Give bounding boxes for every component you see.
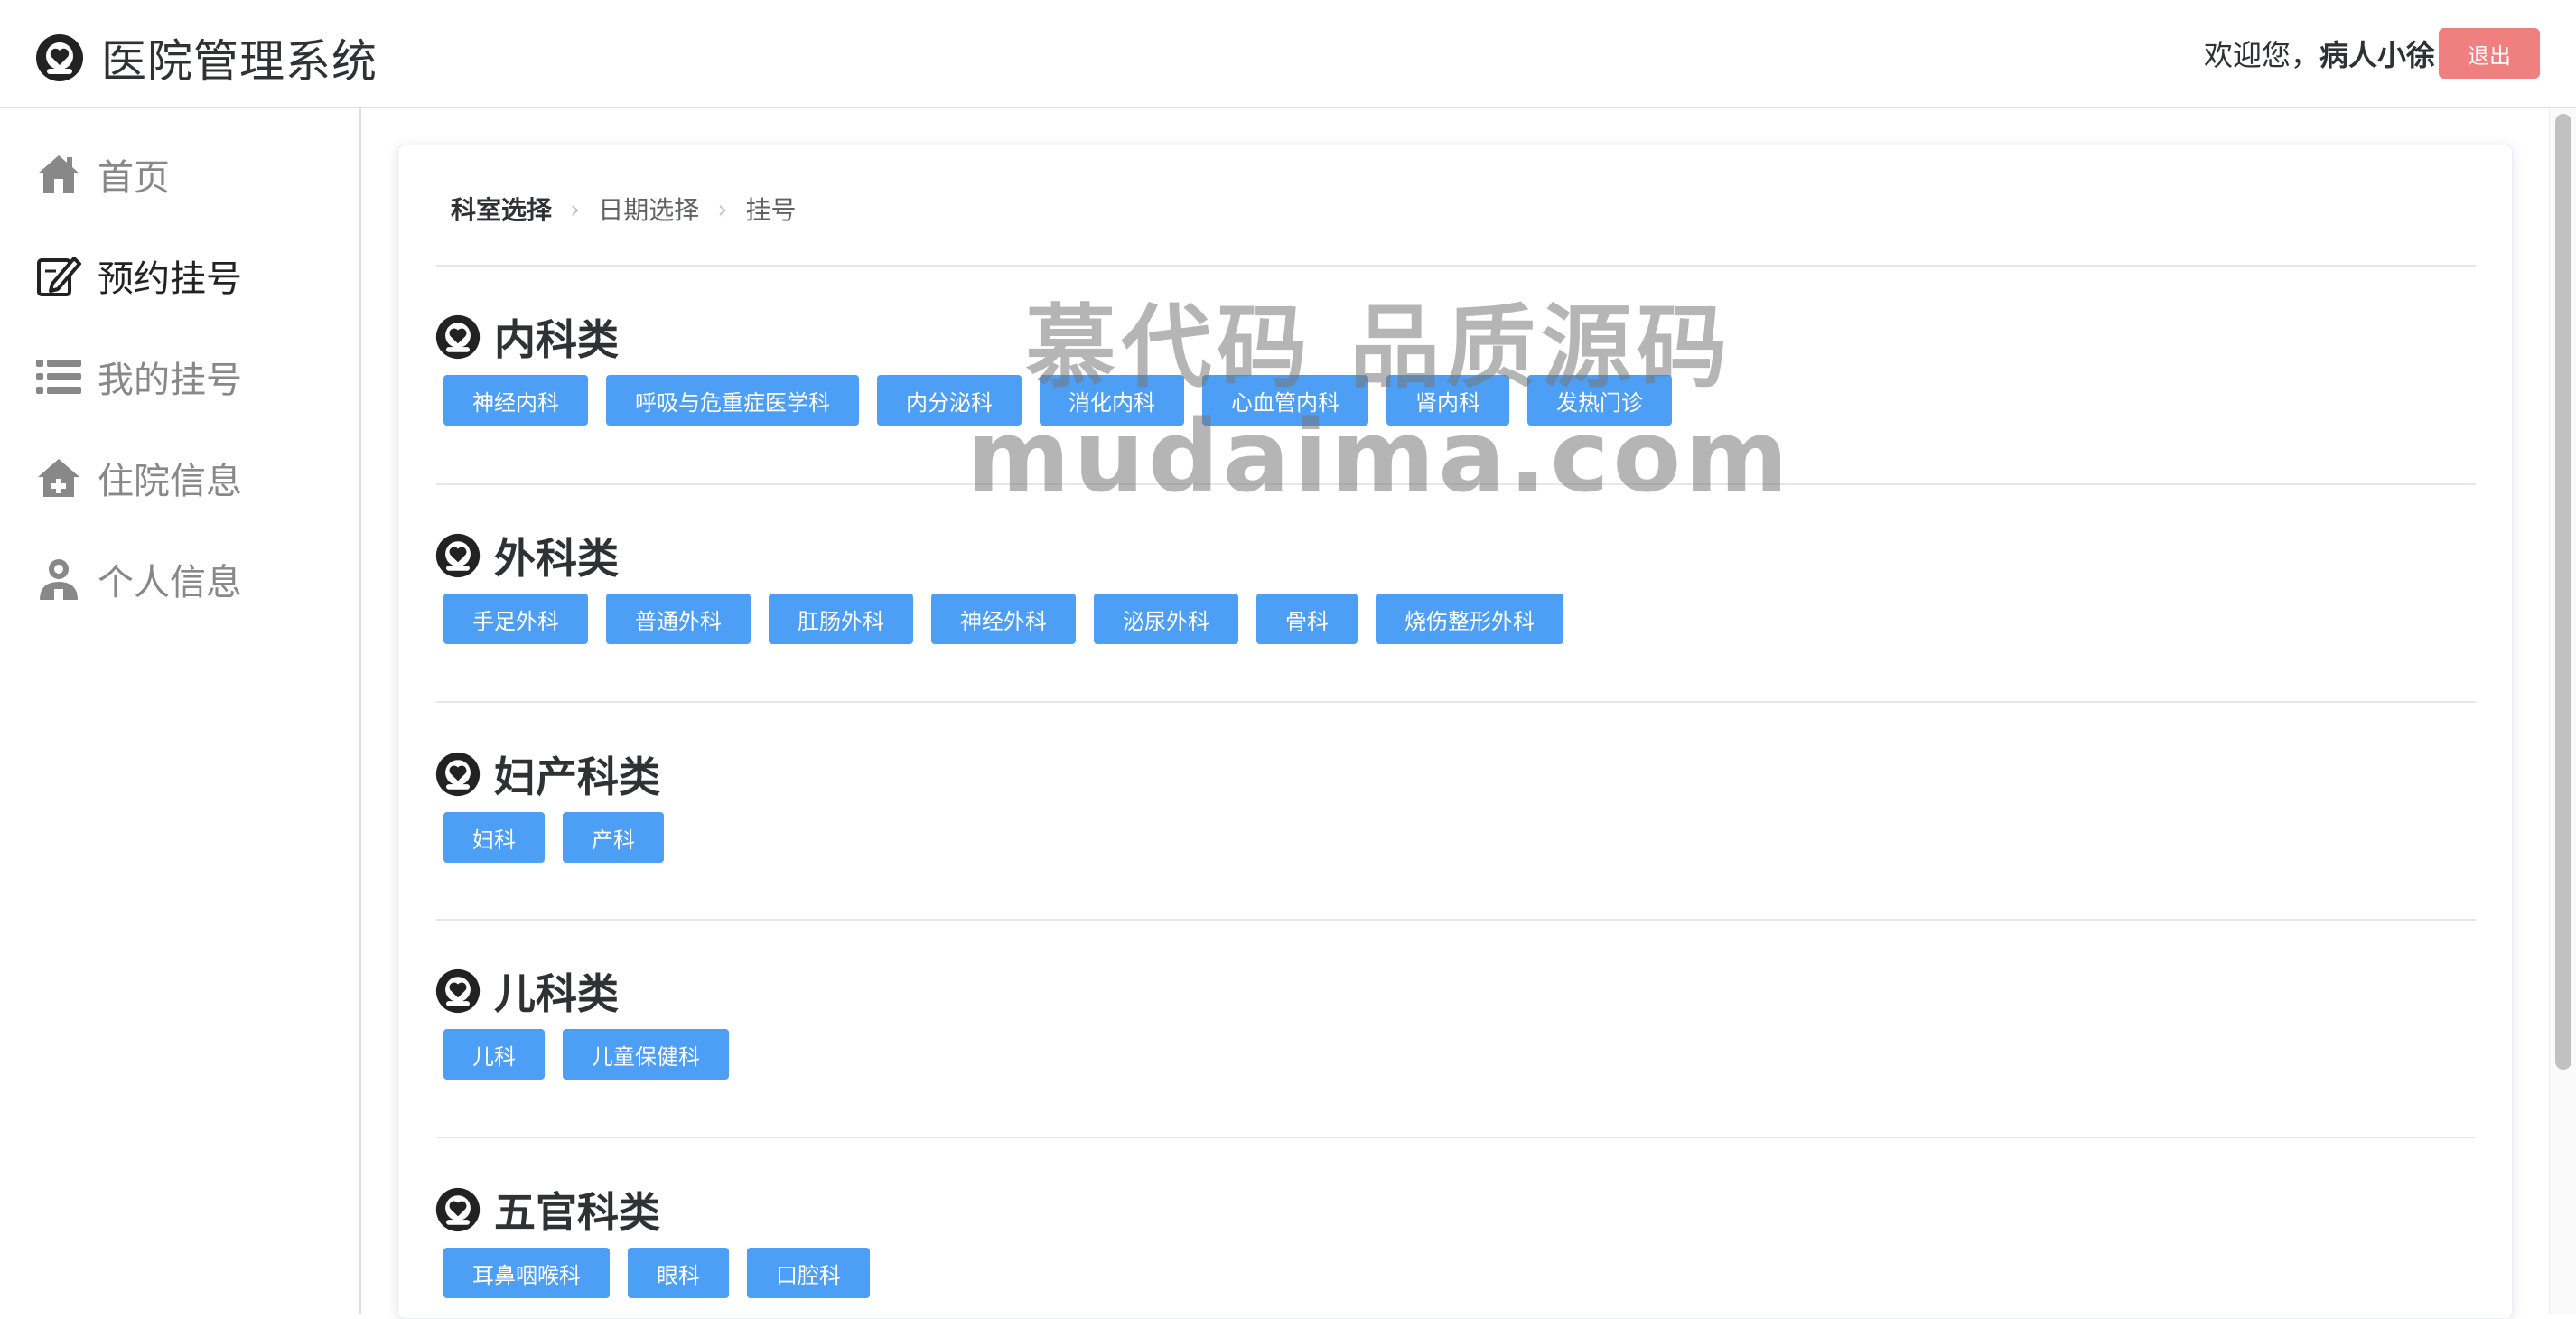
sidebar-item-profile[interactable]: 个人信息 [34,547,242,611]
sidebar-item-label: 住院信息 [98,461,242,502]
divider [436,919,2476,921]
user-icon [40,559,78,600]
sidebar-item-label: 首页 [98,157,170,199]
step-date[interactable]: 日期选择 [598,191,699,227]
category-label: 儿科类 [494,969,619,1018]
step-department[interactable]: 科室选择 [451,191,552,227]
category-internal-medicine: 内科类 神经内科 呼吸与危重症医学科 内分泌科 消化内科 心血管内科 肾内科 发… [434,310,2476,426]
department-button[interactable]: 泌尿外科 [1094,594,1238,644]
app-header: 医院管理系统 欢迎您， 病人小徐 退出 [0,0,2576,108]
department-list: 手足外科 普通外科 肛肠外科 神经外科 泌尿外科 骨科 烧伤整形外科 [434,594,2476,644]
hospital-logo-icon [435,968,481,1014]
category-pediatrics: 儿科类 儿科 儿童保健科 [434,964,2476,1080]
department-button[interactable]: 内分泌科 [877,375,1022,426]
category-title: 妇产科类 [434,747,2476,801]
scrollbar[interactable] [2549,108,2576,1314]
list-icon [36,360,81,394]
department-button[interactable]: 儿科 [443,1029,545,1080]
department-button[interactable]: 眼科 [628,1248,729,1298]
hospital-logo-icon [435,314,481,360]
category-label: 妇产科类 [494,753,660,801]
category-title: 内科类 [434,310,2476,364]
divider [436,265,2476,267]
department-button[interactable]: 消化内科 [1040,375,1184,426]
home-icon [38,155,79,193]
user-name: 病人小徐 [2319,38,2435,72]
department-button[interactable]: 神经内科 [443,375,588,426]
category-label: 内科类 [494,315,619,364]
department-button[interactable]: 神经外科 [931,594,1076,644]
edit-icon [37,257,81,296]
brand[interactable]: 医院管理系统 [34,25,378,90]
hospital-logo-icon [435,1187,481,1232]
department-button[interactable]: 烧伤整形外科 [1376,594,1563,644]
hospital-icon [38,459,79,497]
chevron-right-icon: › [570,193,581,224]
department-list: 妇科 产科 [434,812,2476,863]
category-title: 儿科类 [434,964,2476,1018]
logout-button[interactable]: 退出 [2439,28,2540,79]
department-button[interactable]: 普通外科 [606,594,751,644]
sidebar-item-my-registrations[interactable]: 我的挂号 [34,345,242,408]
department-button[interactable]: 肛肠外科 [769,594,913,644]
department-button[interactable]: 产科 [563,812,664,863]
welcome-text: 欢迎您， [2203,38,2319,72]
category-surgery: 外科类 手足外科 普通外科 肛肠外科 神经外科 泌尿外科 骨科 烧伤整形外科 [434,529,2476,644]
department-button[interactable]: 心血管内科 [1202,375,1368,426]
category-title: 五官科类 [434,1183,2476,1237]
sidebar-item-label: 预约挂号 [98,258,242,300]
category-obstetrics-gynecology: 妇产科类 妇科 产科 [434,747,2476,863]
department-button[interactable]: 口腔科 [747,1248,870,1298]
divider [436,1137,2476,1138]
hospital-logo-icon [435,752,481,797]
sidebar-item-label: 个人信息 [98,562,242,603]
divider [436,701,2476,703]
department-button[interactable]: 儿童保健科 [563,1029,729,1080]
sidebar-item-hospitalization[interactable]: 住院信息 [34,446,242,510]
category-label: 外科类 [494,534,619,583]
department-button[interactable]: 骨科 [1256,594,1358,644]
department-button[interactable]: 手足外科 [443,594,588,644]
sidebar-item-home[interactable]: 首页 [34,143,170,206]
breadcrumb: 科室选择 › 日期选择 › 挂号 [451,191,796,227]
logo-icon [36,34,83,81]
department-list: 耳鼻咽喉科 眼科 口腔科 [434,1248,2476,1298]
department-button[interactable]: 发热门诊 [1527,375,1672,426]
department-list: 儿科 儿童保健科 [434,1029,2476,1080]
department-button[interactable]: 耳鼻咽喉科 [443,1248,610,1298]
department-list: 神经内科 呼吸与危重症医学科 内分泌科 消化内科 心血管内科 肾内科 发热门诊 [434,375,2476,426]
department-button[interactable]: 呼吸与危重症医学科 [606,375,859,426]
scrollbar-thumb[interactable] [2555,114,2571,1070]
step-register[interactable]: 挂号 [745,191,796,227]
category-title: 外科类 [434,529,2476,583]
category-ent-ophthalmology-dental: 五官科类 耳鼻咽喉科 眼科 口腔科 [434,1183,2476,1298]
sidebar-item-appointment[interactable]: 预约挂号 [34,244,242,307]
department-selection-card: 科室选择 › 日期选择 › 挂号 内科类 神经内科 呼吸与危重症医学科 内分泌科… [397,145,2513,1319]
category-label: 五官科类 [494,1188,660,1237]
chevron-right-icon: › [717,193,728,224]
app-title: 医院管理系统 [101,35,378,88]
sidebar-item-label: 我的挂号 [98,360,242,401]
department-button[interactable]: 肾内科 [1386,375,1509,426]
user-area: 欢迎您， 病人小徐 退出 [2204,27,2540,80]
divider [436,483,2476,485]
department-button[interactable]: 妇科 [443,812,545,863]
sidebar: 首页 预约挂号 我的挂号 住院信息 个人信息 [0,108,361,1314]
hospital-logo-icon [435,533,481,578]
